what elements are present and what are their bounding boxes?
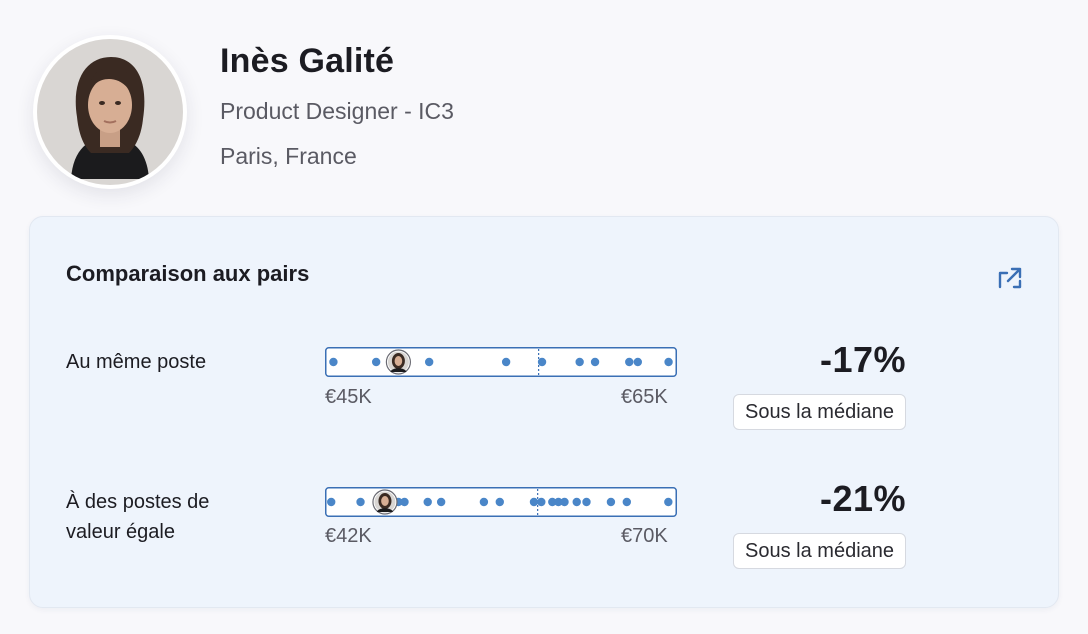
peer-dot [625,357,634,367]
peer-comparison-card: Comparaison aux pairs Au même poste €45K… [29,216,1059,608]
peer-dot [356,497,365,507]
peer-dot [633,357,642,367]
peer-dot [664,497,673,507]
peer-dot [606,497,616,507]
peer-dot [495,497,504,507]
peer-dot [400,497,409,507]
peer-dot [423,497,432,507]
profile-header: Inès Galité Product Designer - IC3 Paris… [0,0,1088,210]
peer-dot [529,497,539,507]
row-label-equal-value: À des postes de valeur égale [66,487,209,547]
delta-percentage: -21% [819,478,906,519]
range-min-label: €42K [325,525,372,547]
peer-dot [575,357,584,367]
peer-dot [537,357,547,367]
avatar [33,35,187,189]
distribution-strip-same-role [325,347,677,377]
peer-dot [664,357,673,367]
peer-dot [329,357,338,367]
row-label-line: valeur égale [66,521,175,543]
expand-icon[interactable] [994,261,1026,293]
profile-name: Inès Galité [220,42,395,80]
row-label-line: Au même poste [66,351,207,373]
peer-dot [436,497,446,507]
status-badge: Sous la médiane [733,394,906,430]
peer-dot [371,357,381,367]
delta-percentage: -17% [819,339,906,380]
peer-dot [572,497,581,507]
avatar-photo [37,39,183,185]
peer-dot [537,497,546,507]
peer-dot [501,357,511,367]
peer-dot [327,497,336,507]
range-max-label: €70K [621,525,668,547]
row-label-line: À des postes de [66,491,210,513]
distribution-chart [325,347,677,377]
self-avatar-marker[interactable] [385,349,412,375]
range-min-label: €45K [325,386,372,408]
profile-role: Product Designer - IC3 [220,98,454,124]
distribution-chart [325,487,677,517]
peer-dot [424,357,434,367]
distribution-strip-equal-value [325,487,677,517]
row-label-same-role: Au même poste [66,347,206,377]
status-badge: Sous la médiane [733,533,906,569]
peer-dot [590,357,600,367]
peer-dot [479,497,489,507]
peer-dot [560,497,569,507]
range-max-label: €65K [621,386,668,408]
card-title: Comparaison aux pairs [66,261,310,286]
peer-dot [622,497,632,507]
profile-location: Paris, France [220,143,357,169]
self-avatar-marker[interactable] [372,489,398,515]
peer-dot [582,497,591,507]
